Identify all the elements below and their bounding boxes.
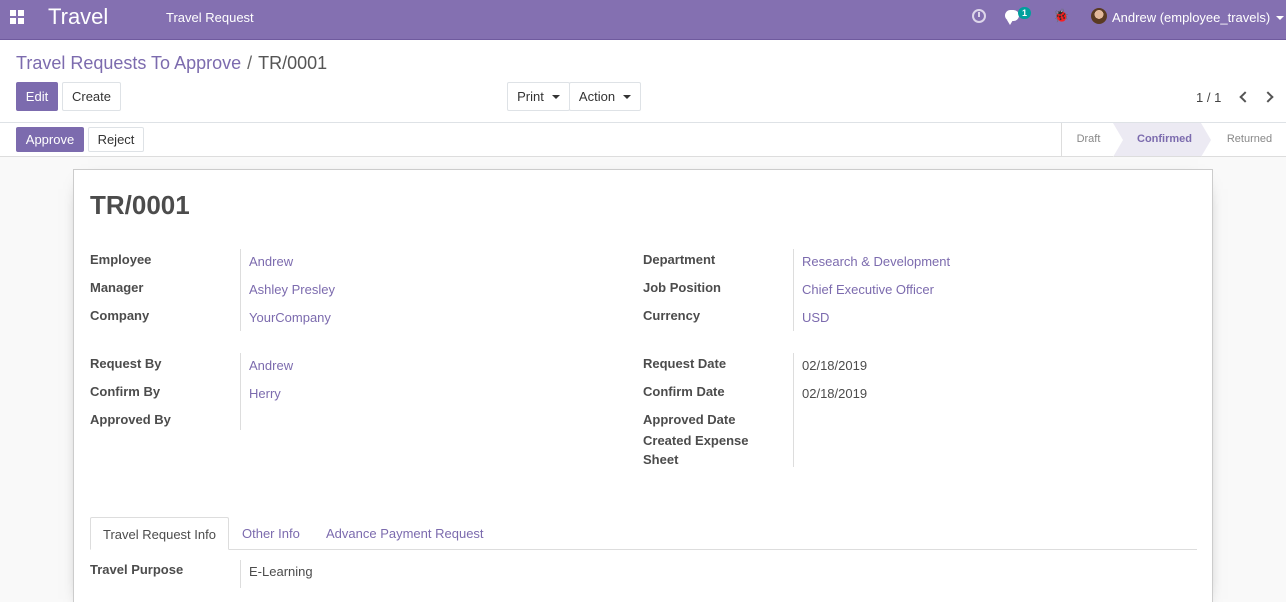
pager-value[interactable]: 1 / 1 [1196,90,1221,105]
confirm-date-label: Confirm Date [643,384,725,399]
chevron-down-icon [623,94,632,99]
activity-clock-icon[interactable] [972,9,986,23]
field-separator [793,353,794,467]
field-separator [240,560,241,588]
stage-bar: Draft Confirmed Returned [1061,123,1286,157]
user-avatar[interactable] [1091,8,1107,24]
request-by-label: Request By [90,356,162,371]
apps-menu-icon[interactable] [10,10,24,24]
stage-draft[interactable]: Draft [1061,123,1113,156]
menu-travel-request[interactable]: Travel Request [166,10,254,25]
create-button[interactable]: Create [62,82,121,111]
user-dropdown-caret-icon[interactable] [1276,16,1284,20]
edit-button[interactable]: Edit [16,82,58,111]
action-button[interactable]: Action [569,82,641,111]
currency-value[interactable]: USD [802,310,829,325]
tab-travel-request-info[interactable]: Travel Request Info [90,517,229,550]
created-expense-sheet-label: Created Expense Sheet [643,433,749,467]
confirm-by-label: Confirm By [90,384,161,399]
currency-label: Currency [643,308,701,323]
reject-button[interactable]: Reject [88,127,144,152]
chat-icon[interactable] [1005,10,1019,25]
approved-by-label: Approved By [90,412,171,427]
field-separator [240,249,241,331]
confirm-by-value[interactable]: Herry [249,386,281,401]
record-title: TR/0001 [90,190,190,220]
debug-bug-icon[interactable]: 🐞 [1053,9,1069,23]
control-panel: Travel Requests To Approve / TR/0001 Edit … [0,40,1286,123]
confirm-date-value: 02/18/2019 [802,386,868,401]
manager-value[interactable]: Ashley Presley [249,282,335,297]
breadcrumb-separator: / [247,53,253,73]
department-value[interactable]: Research & Development [802,254,950,269]
chat-badge: 1 [1018,7,1031,19]
stage-returned[interactable]: Returned [1201,123,1286,156]
chevron-down-icon [551,94,560,99]
pager-next-icon[interactable] [1264,92,1274,102]
stage-confirmed[interactable]: Confirmed [1113,123,1211,157]
field-separator [240,353,241,430]
request-by-value[interactable]: Andrew [249,358,293,373]
approve-button[interactable]: Approve [16,127,84,152]
department-label: Department [643,252,716,267]
tab-advance-payment-request[interactable]: Advance Payment Request [314,517,496,550]
employee-value[interactable]: Andrew [249,254,293,269]
tab-other-info[interactable]: Other Info [230,517,312,550]
breadcrumb: Travel Requests To Approve / TR/0001 [16,53,327,74]
job-position-value[interactable]: Chief Executive Officer [802,282,934,297]
user-menu[interactable]: Andrew (employee_travels) [1112,10,1270,25]
form-statusbar: Approve Reject Draft Confirmed Returned [0,123,1286,157]
breadcrumb-current: TR/0001 [258,53,328,73]
print-button-label: Print [517,89,544,104]
manager-label: Manager [90,280,144,295]
app-brand: Travel [48,4,109,29]
breadcrumb-parent-link[interactable]: Travel Requests To Approve [16,53,241,73]
pager-previous-icon[interactable] [1238,92,1248,102]
company-label: Company [90,308,150,323]
request-date-label: Request Date [643,356,727,371]
print-button[interactable]: Print [507,82,570,111]
top-navbar: Travel Travel Request 1 🐞 Andrew (employ… [0,0,1286,40]
action-button-label: Action [578,89,616,104]
job-position-label: Job Position [643,280,721,295]
request-date-value: 02/18/2019 [802,358,868,373]
travel-purpose-value: E-Learning [249,564,313,579]
employee-label: Employee [90,252,152,267]
approved-date-label: Approved Date [643,412,736,427]
travel-purpose-label: Travel Purpose [90,562,184,577]
company-value[interactable]: YourCompany [249,310,331,325]
field-separator [793,249,794,331]
